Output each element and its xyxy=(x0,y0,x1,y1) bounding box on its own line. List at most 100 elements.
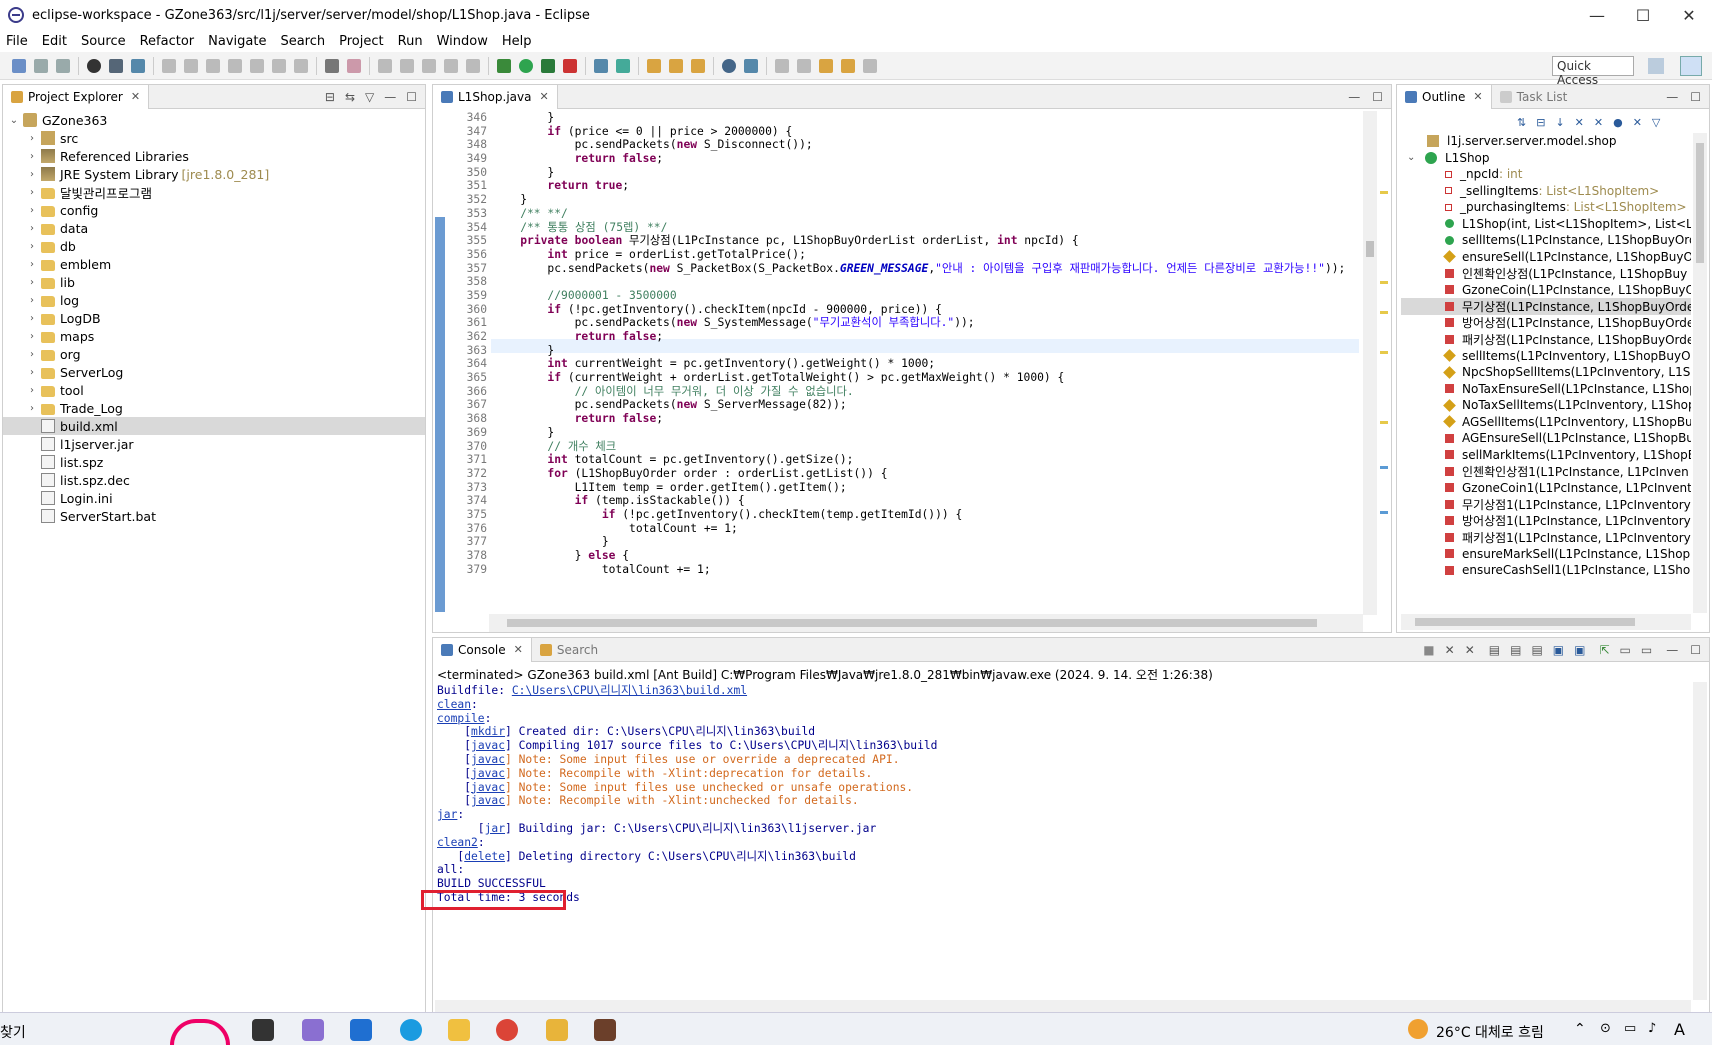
display-console-icon[interactable]: ▭ xyxy=(1620,643,1631,657)
maximize-view-icon[interactable]: ☐ xyxy=(1690,643,1701,657)
remove-all-icon[interactable]: ✕ xyxy=(1465,643,1475,657)
view-menu-icon[interactable]: ▽ xyxy=(1652,116,1660,129)
skip-breakpoints-icon[interactable] xyxy=(131,58,145,73)
run-icon[interactable] xyxy=(519,58,533,73)
code-line[interactable]: pc.sendPackets(new S_ServerMessage(82)); xyxy=(493,398,1359,412)
outline-member[interactable]: ensureMarkSell(L1PcInstance, L1ShopBu xyxy=(1401,546,1691,563)
outline-member[interactable]: 방어상점(L1PcInstance, L1ShopBuyOrde xyxy=(1401,315,1691,332)
outline-member[interactable]: L1Shop(int, List<L1ShopItem>, List<L1S xyxy=(1401,216,1691,233)
code-line[interactable]: int currentWeight = pc.getInventory().ge… xyxy=(493,357,1359,371)
close-icon[interactable]: ✕ xyxy=(131,90,140,103)
tab-l1shop-java[interactable]: L1Shop.java ✕ xyxy=(433,84,558,109)
tree-item-project[interactable]: ⌄ GZone363 xyxy=(3,111,425,129)
tree-item[interactable]: › Referenced Libraries xyxy=(3,147,425,165)
pin-console-icon[interactable]: ⇱ xyxy=(1599,643,1609,657)
tree-item[interactable]: › log xyxy=(3,291,425,309)
maximize-button[interactable]: ☐ xyxy=(1620,0,1666,30)
copilot-icon[interactable] xyxy=(302,1019,324,1041)
previous-annotation-icon[interactable] xyxy=(797,58,811,73)
chrome-icon[interactable] xyxy=(496,1019,518,1041)
tree-item[interactable]: › tool xyxy=(3,381,425,399)
terminate-icon[interactable]: ■ xyxy=(1423,643,1434,657)
game-icon[interactable] xyxy=(594,1019,616,1041)
suspend-icon[interactable] xyxy=(184,58,198,73)
outline-member[interactable]: NoTaxEnsureSell(L1PcInstance, L1ShopB xyxy=(1401,381,1691,398)
clear-console-icon[interactable]: ▤ xyxy=(1489,643,1500,657)
tree-item[interactable]: › src xyxy=(3,129,425,147)
new-class-icon[interactable] xyxy=(616,58,630,73)
tree-item[interactable]: › 달빛관리프로그램 xyxy=(3,183,425,201)
chevron-down-icon[interactable]: ⌄ xyxy=(1407,152,1421,163)
minimize-button[interactable]: — xyxy=(1574,0,1620,30)
vertical-scrollbar[interactable] xyxy=(1693,133,1707,613)
code-line[interactable]: } xyxy=(493,193,1359,207)
resume-icon[interactable] xyxy=(162,58,176,73)
back-icon[interactable] xyxy=(841,58,855,73)
weather-text[interactable]: 26°C 대체로 흐림 xyxy=(1436,1022,1544,1042)
outline-member[interactable]: _purchasingItems : List<L1ShopItem> xyxy=(1401,199,1691,216)
chevron-right-icon[interactable]: › xyxy=(25,367,39,378)
edge-icon[interactable] xyxy=(400,1019,422,1041)
java-perspective-icon[interactable] xyxy=(1680,56,1702,76)
mail-icon[interactable] xyxy=(350,1019,372,1041)
outline-member[interactable]: 패키상점1(L1PcInstance, L1PcInventory, xyxy=(1401,529,1691,546)
network-icon[interactable]: ▭ xyxy=(1624,1021,1636,1036)
chevron-right-icon[interactable]: › xyxy=(25,187,39,198)
ime-icon[interactable]: ⊙ xyxy=(1600,1021,1611,1036)
code-editor[interactable]: } if (price <= 0 || price > 2000000) { p… xyxy=(493,111,1359,610)
code-line[interactable]: //9000001 - 3500000 xyxy=(493,289,1359,303)
outline-class[interactable]: ⌄ L1Shop xyxy=(1401,150,1691,167)
maximize-view-icon[interactable]: ☐ xyxy=(1372,90,1383,104)
outline-member[interactable]: sellItems(L1PcInstance, L1ShopBuyOrde xyxy=(1401,232,1691,249)
tree-item[interactable]: › maps xyxy=(3,327,425,345)
chevron-right-icon[interactable]: › xyxy=(25,169,39,180)
console-link[interactable]: javac xyxy=(471,767,505,780)
chevron-right-icon[interactable]: › xyxy=(25,223,39,234)
collapse-all-icon[interactable]: ⊟ xyxy=(1536,116,1545,129)
toggle-block-icon[interactable] xyxy=(325,58,339,73)
chevron-right-icon[interactable]: › xyxy=(25,295,39,306)
terminal-icon[interactable] xyxy=(109,58,123,73)
tree-item[interactable]: Login.ini xyxy=(3,489,425,507)
step-into-icon[interactable] xyxy=(250,58,264,73)
console-link[interactable]: clean xyxy=(437,698,471,711)
code-line[interactable]: pc.sendPackets(new S_SystemMessage("무기교환… xyxy=(493,316,1359,330)
menu-run[interactable]: Run xyxy=(398,34,423,49)
scroll-thumb[interactable] xyxy=(507,619,1317,627)
code-line[interactable]: int totalCount = pc.getInventory().getSi… xyxy=(493,453,1359,467)
volume-icon[interactable]: ♪ xyxy=(1648,1021,1656,1036)
outline-member[interactable]: 무기상점1(L1PcInstance, L1PcInventory, xyxy=(1401,496,1691,513)
chevron-right-icon[interactable]: › xyxy=(25,403,39,414)
horizontal-scrollbar[interactable] xyxy=(1401,614,1691,630)
outline-member[interactable]: 인첸확인상점(L1PcInstance, L1ShopBuy xyxy=(1401,265,1691,282)
code-line[interactable]: return false; xyxy=(493,152,1359,166)
code-line[interactable]: // 아이템이 너무 무거워, 더 이상 가질 수 없습니다. xyxy=(493,385,1359,399)
chevron-down-icon[interactable]: ⌄ xyxy=(7,115,21,126)
scroll-thumb[interactable] xyxy=(1415,618,1635,626)
outline-member[interactable]: sellItems(L1PcInventory, L1ShopBuyOrd xyxy=(1401,348,1691,365)
code-line[interactable]: if (currentWeight + orderList.getTotalWe… xyxy=(493,371,1359,385)
terminate-icon[interactable] xyxy=(206,58,220,73)
close-icon[interactable]: ✕ xyxy=(539,90,548,103)
code-line[interactable]: } else { xyxy=(493,549,1359,563)
chevron-right-icon[interactable]: › xyxy=(25,349,39,360)
console-link[interactable]: compile xyxy=(437,712,485,725)
code-line[interactable]: if (!pc.getInventory().checkItem(temp.ge… xyxy=(493,508,1359,522)
app-icon[interactable] xyxy=(546,1019,568,1041)
hide-static-icon[interactable]: ✕ xyxy=(1594,116,1603,129)
code-line[interactable] xyxy=(493,275,1359,289)
code-line[interactable]: } xyxy=(493,426,1359,440)
vertical-scrollbar[interactable] xyxy=(1693,682,1707,1000)
outline-package[interactable]: l1j.server.server.model.shop xyxy=(1401,133,1691,150)
code-line[interactable]: } xyxy=(493,535,1359,549)
chevron-right-icon[interactable]: › xyxy=(25,151,39,162)
outline-member[interactable]: sellMarkItems(L1PcInventory, L1ShopBu xyxy=(1401,447,1691,464)
sort-icon[interactable]: ⇅ xyxy=(1517,116,1526,129)
outline-member[interactable]: 인첸확인상점1(L1PcInstance, L1PcInven xyxy=(1401,463,1691,480)
outline-member[interactable]: NoTaxSellItems(L1PcInventory, L1ShopB xyxy=(1401,397,1691,414)
external-tools-icon[interactable] xyxy=(563,58,577,73)
tree-item[interactable]: › db xyxy=(3,237,425,255)
code-line[interactable]: if (!pc.getInventory().checkItem(npcId -… xyxy=(493,303,1359,317)
show-on-output-icon[interactable]: ▣ xyxy=(1553,643,1564,657)
hide-fields-icon[interactable]: ✕ xyxy=(1575,116,1584,129)
